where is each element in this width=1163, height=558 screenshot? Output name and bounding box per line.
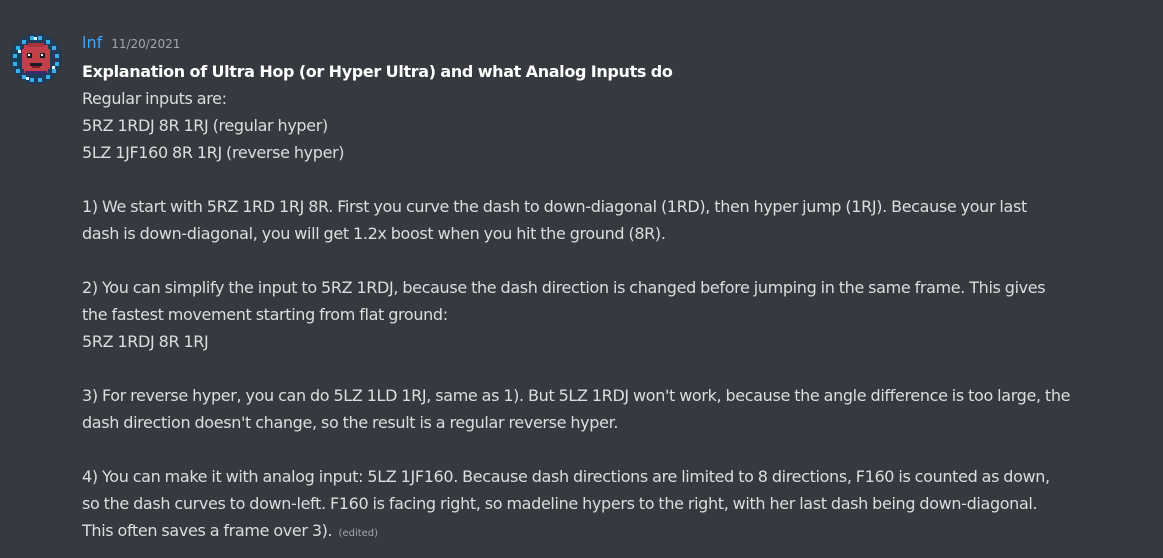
message-line: dash is down-diagonal, you will get 1.2x… [82,224,666,243]
message-line: 5RZ 1RDJ 8R 1RJ [82,332,209,351]
message-line: 5RZ 1RDJ 8R 1RJ (regular hyper) [82,116,328,135]
message-line: 2) You can simplify the input to 5RZ 1RD… [82,278,1046,297]
message-content: Explanation of Ultra Hop (or Hyper Ultra… [82,58,1152,544]
chat-message: lnf 11/20/2021 Explanation of Ultra Hop … [0,0,1163,558]
avatar[interactable] [10,33,62,85]
message-title: Explanation of Ultra Hop (or Hyper Ultra… [82,62,673,81]
edited-label: (edited) [338,528,379,539]
message-line: dash direction doesn't change, so the re… [82,413,619,432]
message-line-text: This often saves a frame over 3). [82,521,333,540]
message-line: so the dash curves to down-left. F160 is… [82,494,1038,513]
message-line: 5LZ 1JF160 8R 1RJ (reverse hyper) [82,143,345,162]
pixel-avatar-icon [10,33,62,85]
username[interactable]: lnf [82,33,102,52]
message-line: 4) You can make it with analog input: 5L… [82,467,1050,486]
message-line: Regular inputs are: [82,89,227,108]
message-line: 1) We start with 5RZ 1RD 1RJ 8R. First y… [82,197,1027,216]
message-header: lnf 11/20/2021 [82,33,180,55]
timestamp[interactable]: 11/20/2021 [111,37,180,51]
message-line: 3) For reverse hyper, you can do 5LZ 1LD… [82,386,1071,405]
message-last-line: This often saves a frame over 3). (edite… [82,517,1152,544]
message-line: the fastest movement starting from flat … [82,305,448,324]
